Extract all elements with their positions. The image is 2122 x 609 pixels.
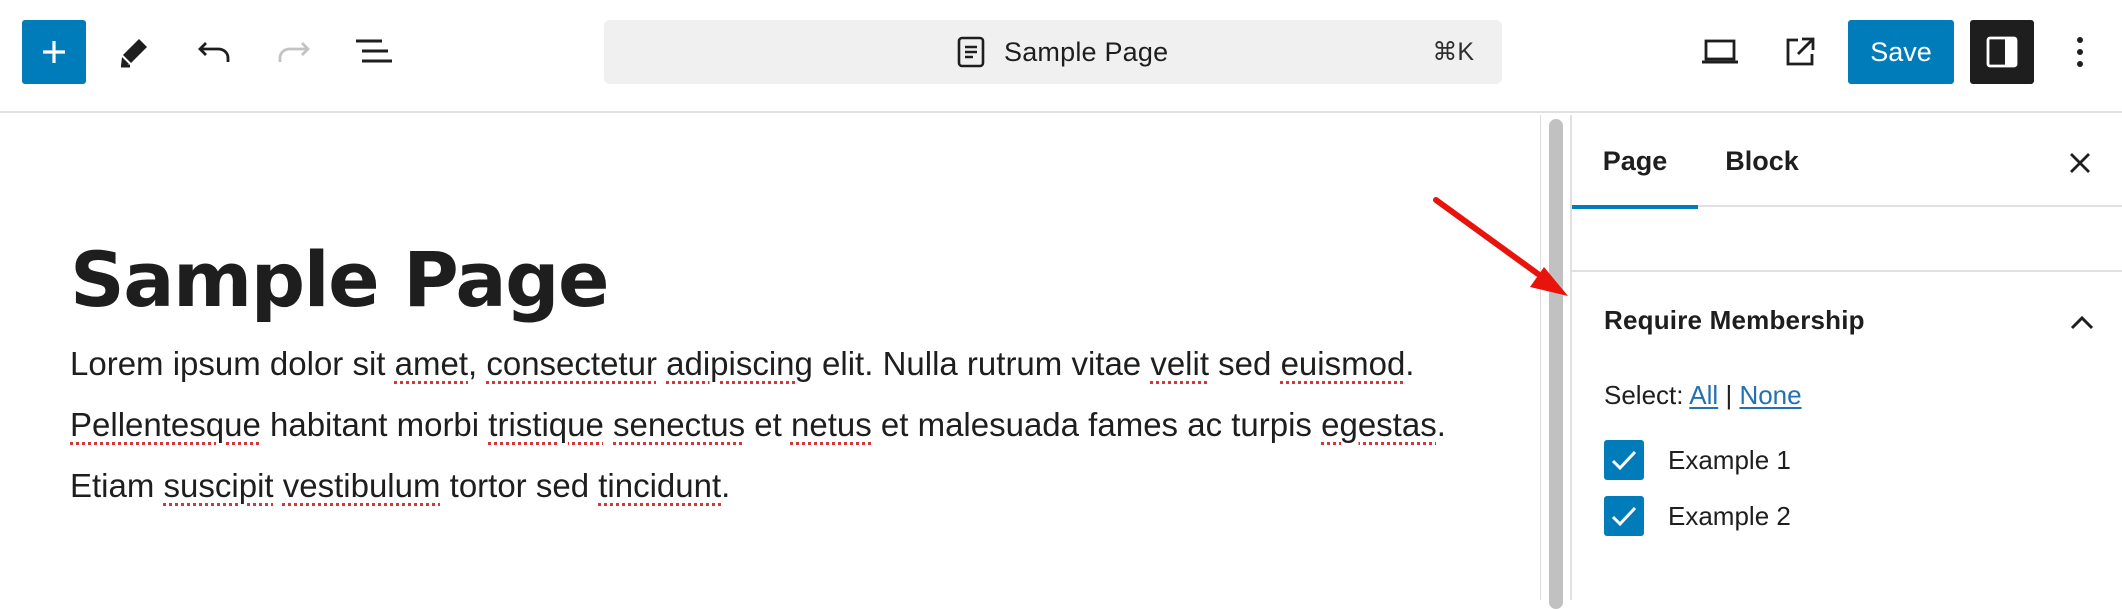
misspelled-word: adipiscing (666, 345, 813, 382)
sidebar-settings-icon (1986, 36, 2018, 68)
paragraph-text: elit. Nulla rutrum vitae (812, 345, 1151, 382)
paragraph-text: , (468, 345, 487, 382)
checkmark-icon (1611, 450, 1637, 471)
close-sidebar-button[interactable] (2060, 143, 2100, 183)
misspelled-word: consectetur (486, 345, 657, 382)
add-block-button[interactable] (22, 20, 86, 84)
panel-toggle-button[interactable] (2062, 303, 2102, 343)
chevron-up-icon (2070, 315, 2094, 330)
page-icon (957, 36, 985, 68)
misspelled-word: euismod (1280, 345, 1406, 382)
select-controls: Select: All | None (1604, 380, 1802, 411)
preview-button[interactable] (1688, 20, 1752, 84)
paragraph-text (604, 406, 613, 443)
misspelled-word: netus (790, 406, 872, 443)
external-link-icon (1786, 37, 1815, 66)
misspelled-word: Pellentesque (70, 406, 261, 443)
option-checkbox[interactable] (1604, 440, 1644, 480)
misspelled-word: senectus (613, 406, 746, 443)
paragraph-text: sed (1209, 345, 1281, 382)
tools-edit-button[interactable] (102, 20, 166, 84)
list-view-button[interactable] (342, 20, 406, 84)
settings-button[interactable] (1970, 20, 2034, 84)
canvas-scrollbar[interactable] (1540, 115, 1570, 609)
select-all-link[interactable]: All (1689, 380, 1718, 410)
undo-button[interactable] (182, 20, 246, 84)
checkmark-icon (1611, 506, 1637, 527)
editor-canvas[interactable]: Sample Page Lorem ipsum dolor sit amet, … (0, 115, 1540, 600)
select-label: Select: (1604, 380, 1684, 410)
panel-divider (1572, 270, 2122, 272)
paragraph-text: habitant morbi (260, 406, 489, 443)
paragraph-text: . (721, 467, 731, 504)
save-button[interactable]: Save (1848, 20, 1954, 84)
scrollbar-thumb[interactable] (1549, 119, 1563, 609)
tab-block[interactable]: Block (1698, 115, 1826, 207)
select-separator: | (1725, 380, 1733, 410)
paragraph-text: et malesuada fames ac turpis (871, 406, 1322, 443)
membership-option[interactable]: Example 2 (1604, 496, 1791, 536)
membership-option[interactable]: Example 1 (1604, 440, 1791, 480)
close-icon (2070, 153, 2090, 173)
settings-sidebar: Page Block Require Membership Select: Al… (1570, 115, 2122, 600)
paragraph-text: . (1405, 345, 1415, 382)
pencil-icon (121, 39, 147, 68)
misspelled-word: suscipit (163, 467, 274, 504)
misspelled-word: egestas (1321, 406, 1437, 443)
desktop-preview-icon (1702, 39, 1738, 64)
paragraph-text: Lorem ipsum dolor sit (70, 345, 395, 382)
plus-icon (43, 41, 65, 63)
option-label: Example 1 (1668, 444, 1791, 475)
view-page-button[interactable] (1768, 20, 1832, 84)
misspelled-word: amet (394, 345, 468, 382)
page-title[interactable]: Sample Page (70, 242, 610, 318)
document-bar[interactable]: Sample Page ⌘K (604, 20, 1502, 84)
options-button[interactable] (2050, 20, 2110, 84)
paragraph-text (657, 345, 666, 382)
undo-icon (198, 42, 230, 62)
paragraph-text (274, 467, 283, 504)
editor-toolbar: Sample Page ⌘K Save (0, 0, 2122, 113)
command-shortcut: ⌘K (1432, 38, 1474, 66)
option-checkbox[interactable] (1604, 496, 1644, 536)
select-none-link[interactable]: None (1739, 380, 1801, 410)
sidebar-tabs: Page Block (1572, 115, 2122, 209)
redo-icon (278, 42, 310, 62)
panel-title[interactable]: Require Membership (1604, 305, 1865, 336)
list-view-icon (356, 39, 392, 63)
more-vertical-icon (2077, 37, 2083, 67)
misspelled-word: vestibulum (282, 467, 441, 504)
tab-page[interactable]: Page (1572, 115, 1698, 209)
page-paragraph[interactable]: Lorem ipsum dolor sit amet, consectetur … (70, 333, 1480, 516)
paragraph-text: tortor sed (440, 467, 599, 504)
redo-button[interactable] (262, 20, 326, 84)
paragraph-text: et (745, 406, 791, 443)
misspelled-word: velit (1150, 345, 1210, 382)
misspelled-word: tristique (488, 406, 604, 443)
document-title: Sample Page (1004, 37, 1169, 67)
option-label: Example 2 (1668, 500, 1791, 531)
misspelled-word: tincidunt (598, 467, 722, 504)
